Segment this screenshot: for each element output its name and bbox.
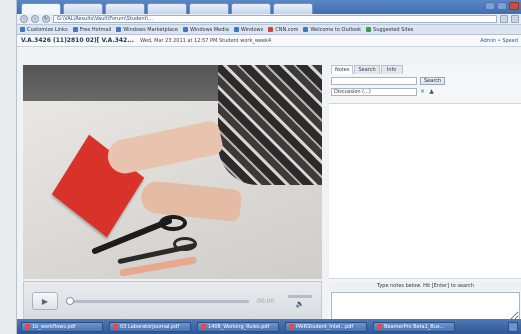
pdf-icon (25, 324, 30, 329)
maximize-button[interactable] (497, 2, 507, 10)
plaid-shirt (218, 65, 322, 185)
app-icon (377, 324, 382, 329)
taskbar-label: BeamerPro Beta1_Bus... (384, 323, 445, 330)
menu-icon[interactable] (511, 15, 519, 23)
taskbar-label: 1408_Working_Rules.pdf (208, 323, 270, 330)
bookmark-label: Customize Links (27, 26, 68, 33)
pdf-icon (113, 324, 118, 329)
bookmark-icon (20, 27, 25, 32)
taskbar-item[interactable]: BeamerPro Beta1_Bus... (373, 321, 455, 332)
bookmark-icon (303, 27, 309, 32)
main-content: ▶ 00:00 🔈 Notes Search Info Search Discu… (17, 47, 521, 323)
bookmark-label: Windows Marketplace (123, 26, 178, 33)
window-controls (485, 2, 519, 10)
pdf-icon (289, 324, 294, 329)
page-title: V.A.3426 (11)2810 02)[ V.A.342... (21, 37, 135, 44)
browser-tab[interactable] (231, 3, 271, 14)
filter-row: Discussion (...) × ▲ (329, 87, 521, 96)
tab-notes[interactable]: Notes (331, 65, 354, 74)
scissors-handle (159, 215, 187, 231)
bookmark-item[interactable]: Windows Media (182, 26, 229, 33)
admin-link[interactable]: Admin • Speed (480, 38, 518, 44)
bookmark-label: Free Hotmail (79, 26, 112, 33)
bookmarks-bar: Customize Links Free Hotmail Windows Mar… (17, 25, 521, 35)
bookmark-label: Suggested Sites (373, 26, 414, 33)
bookmark-icon (268, 27, 274, 32)
bookmark-item[interactable]: Windows Marketplace (116, 27, 178, 33)
star-icon[interactable] (500, 15, 508, 23)
bookmark-icon (116, 27, 122, 32)
url-input[interactable]: G:\VAL\Results\Vault\Forum\Student\... (53, 15, 497, 23)
search-button[interactable]: Search (420, 76, 446, 85)
tray-icon[interactable] (508, 321, 518, 332)
taskbar-item[interactable]: 03 Laboratorjournal.pdf (109, 321, 191, 332)
bookmark-item[interactable]: Customize Links (20, 27, 68, 33)
bookmark-item[interactable]: Free Hotmail (72, 26, 112, 33)
bookmark-item[interactable]: Windows (233, 26, 264, 33)
volume-control[interactable]: 🔈 (287, 294, 313, 308)
bookmark-item[interactable]: CNN.com (268, 27, 298, 33)
clear-icon[interactable]: × (419, 88, 426, 95)
taskbar-label: 03 Laboratorjournal.pdf (120, 323, 180, 330)
taskbar-label: 1b_workflows.pdf (32, 323, 76, 330)
browser-window: ‹ › ↻ G:\VAL\Results\Vault\Forum\Student… (16, 0, 521, 334)
filter-select[interactable]: Discussion (...) (331, 87, 417, 96)
bookmark-icon (72, 27, 78, 32)
bookmark-label: CNN.com (275, 26, 299, 33)
minimize-button[interactable] (485, 2, 495, 10)
browser-tab[interactable] (63, 3, 103, 14)
taskbar-item[interactable]: PAIRStudent_Intel...pdf (285, 321, 367, 332)
browser-tab[interactable] (105, 3, 145, 14)
app-header: V.A.3426 (11)2810 02)[ V.A.342... Wed, M… (17, 35, 521, 47)
browser-tab[interactable] (189, 3, 229, 14)
bookmark-icon (366, 27, 372, 32)
player-controls: ▶ 00:00 🔈 (23, 281, 322, 321)
bookmark-icon (233, 27, 239, 32)
search-input[interactable] (331, 76, 417, 85)
video-pane: ▶ 00:00 🔈 (23, 65, 322, 323)
volume-slider[interactable] (288, 294, 312, 298)
bookmark-label: Windows Media (189, 26, 229, 33)
seek-handle[interactable] (66, 296, 74, 305)
side-tabs: Notes Search Info (329, 65, 521, 74)
seek-bar[interactable] (66, 296, 249, 305)
address-bar: ‹ › ↻ G:\VAL\Results\Vault\Forum\Student… (17, 14, 521, 25)
side-pane: Notes Search Info Search Discussion (...… (329, 65, 521, 323)
tab-strip (17, 0, 521, 14)
scissors-handle (173, 237, 197, 251)
results-list[interactable] (329, 103, 521, 279)
back-icon[interactable]: ‹ (20, 15, 28, 23)
bookmark-item[interactable]: Suggested Sites (366, 27, 413, 33)
browser-tab[interactable] (273, 3, 313, 14)
forward-icon[interactable]: › (31, 15, 39, 23)
close-button[interactable] (509, 2, 519, 10)
bookmark-label: Windows (240, 26, 264, 33)
tab-search[interactable]: Search (354, 65, 380, 74)
taskbar-label: PAIRStudent_Intel...pdf (296, 323, 354, 330)
taskbar-item[interactable]: 1b_workflows.pdf (21, 321, 103, 332)
note-prompt: Type notes below. Hit [Enter] to search (329, 281, 521, 291)
browser-tab[interactable] (21, 3, 61, 14)
volume-icon[interactable]: 🔈 (296, 300, 305, 308)
note-input[interactable] (331, 292, 520, 321)
bookmark-label: Welcome to Outlook (310, 26, 362, 33)
reload-icon[interactable]: ↻ (42, 15, 50, 23)
taskbar: 1b_workflows.pdf 03 Laboratorjournal.pdf… (17, 319, 521, 334)
bookmark-icon (182, 27, 188, 32)
lock-icon[interactable]: ▲ (428, 88, 435, 95)
tab-info[interactable]: Info (380, 65, 403, 74)
pdf-icon (201, 324, 206, 329)
play-button[interactable]: ▶ (32, 292, 58, 310)
play-icon: ▶ (41, 296, 49, 306)
search-row: Search (329, 76, 521, 85)
browser-tab[interactable] (147, 3, 187, 14)
time-display: 00:00 (257, 297, 275, 305)
bookmark-item[interactable]: Welcome to Outlook (303, 27, 361, 33)
video-frame[interactable] (23, 65, 322, 279)
taskbar-item[interactable]: 1408_Working_Rules.pdf (197, 321, 279, 332)
page-subtitle: Wed, Mar 23 2011 at 12:57 PM Student wor… (140, 37, 272, 44)
